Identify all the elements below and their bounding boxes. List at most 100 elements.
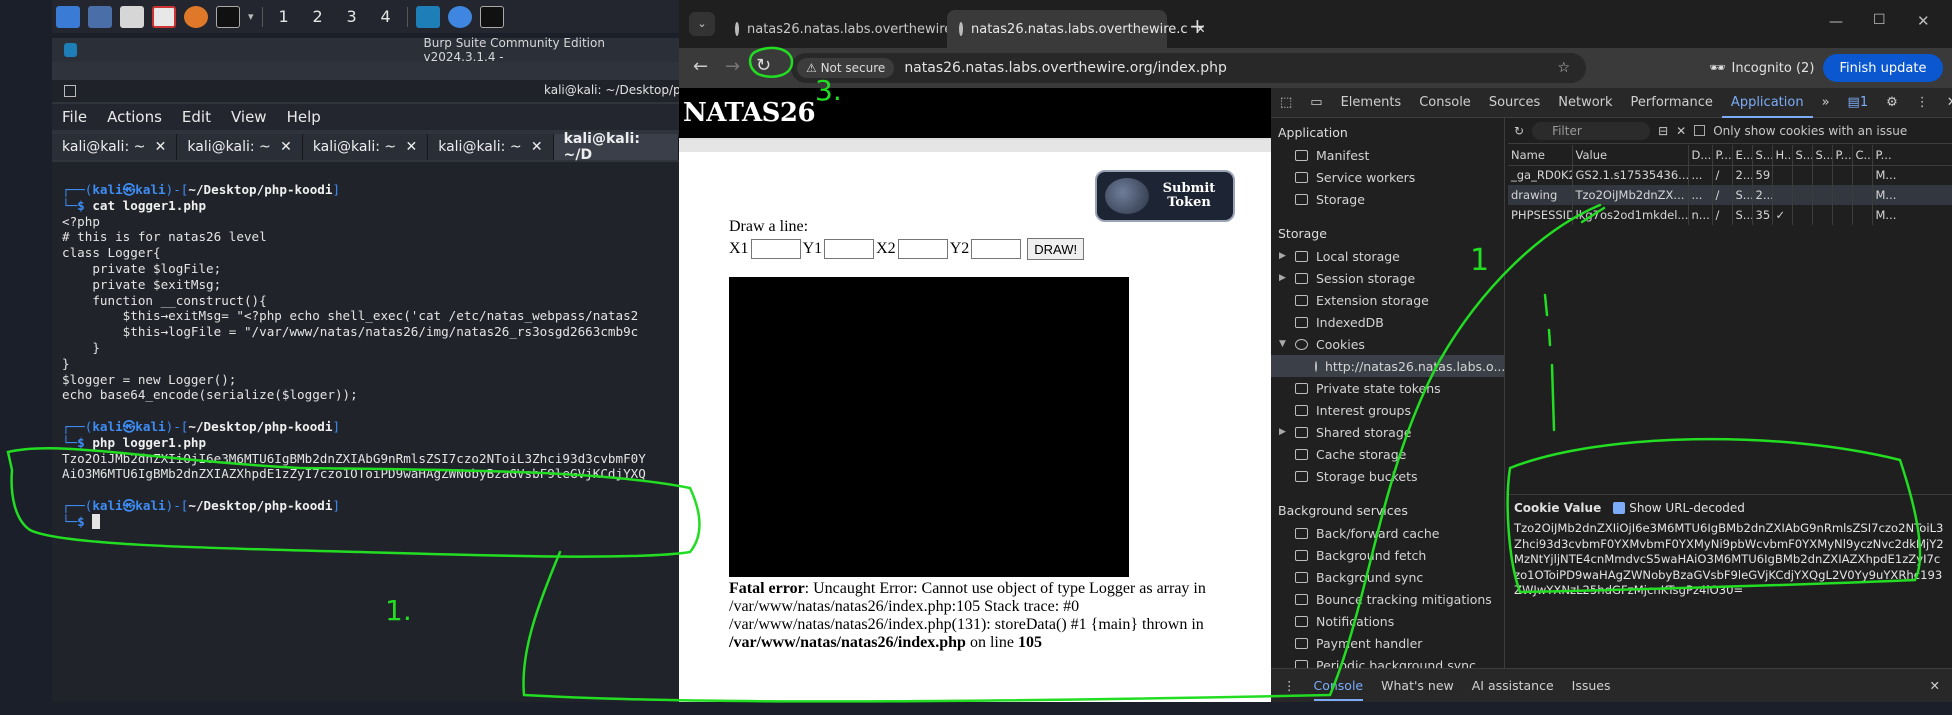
sidebar-item-shared-storage[interactable]: ▶ Shared storage	[1271, 421, 1504, 443]
table-row[interactable]: drawing Tzo2OiJMb2dnZX...... / S... 2... M...	[1508, 185, 1952, 205]
file-manager-icon[interactable]	[120, 5, 144, 28]
column-header[interactable]: Value	[1572, 145, 1689, 166]
column-header[interactable]: P...	[1872, 145, 1952, 166]
workspace-3[interactable]: 3	[339, 7, 365, 26]
sidebar-item-storage-buckets[interactable]: Storage buckets	[1271, 465, 1504, 487]
not-secure-badge[interactable]: ⚠ Not secure	[797, 58, 895, 78]
terminal-tab[interactable]: kali@kali: ~ ✕	[177, 134, 303, 160]
kebab-menu-icon[interactable]: ⋮	[1907, 95, 1938, 110]
sidebar-item-cookies[interactable]: ▼ Cookies	[1271, 333, 1504, 355]
firefox-icon[interactable]	[184, 5, 208, 28]
sidebar-item-cache-storage[interactable]: Cache storage	[1271, 443, 1504, 465]
menu-file[interactable]: File	[52, 108, 97, 126]
column-header[interactable]: P...	[1712, 145, 1733, 166]
column-header[interactable]: E...	[1732, 145, 1753, 166]
drawer-tab-ai-assistance[interactable]: AI assistance	[1472, 678, 1554, 693]
only-issue-checkbox[interactable]	[1694, 125, 1706, 136]
filter-input[interactable]: Filter	[1532, 121, 1651, 140]
issues-counter[interactable]: ▤1	[1839, 95, 1878, 110]
chevron-down-icon[interactable]: ▼	[1279, 339, 1287, 349]
menu-view[interactable]: View	[221, 108, 277, 126]
x2-input[interactable]	[897, 239, 948, 259]
close-icon[interactable]: ✕	[531, 139, 543, 155]
sidebar-item-background-fetch[interactable]: Background fetch	[1271, 544, 1504, 566]
column-header[interactable]: S...	[1812, 145, 1833, 166]
terminal-output[interactable]: ┌──(kali㉿kali)-[~/Desktop/php-koodi] └─$ …	[52, 162, 679, 702]
sidebar-item-indexeddb[interactable]: IndexedDB	[1271, 311, 1504, 333]
minimize-icon[interactable]: —	[1829, 14, 1843, 30]
back-icon[interactable]: ←	[693, 56, 708, 77]
tab-performance[interactable]: Performance	[1622, 95, 1722, 110]
terminal-tab[interactable]: kali@kali: ~ ✕	[428, 134, 554, 160]
sidebar-item-bfcache[interactable]: Back/forward cache	[1271, 522, 1504, 544]
tab-elements[interactable]: Elements	[1332, 95, 1411, 110]
sidebar-item-storage[interactable]: Storage	[1271, 188, 1504, 210]
drawer-tab-issues[interactable]: Issues	[1572, 678, 1611, 693]
url-text[interactable]: natas26.natas.labs.overthewire.org/index…	[904, 60, 1227, 76]
chrome-app-icon[interactable]	[447, 5, 472, 28]
terminal-icon[interactable]	[216, 5, 240, 28]
sidebar-item-private-state-tokens[interactable]: Private state tokens	[1271, 377, 1504, 399]
show-desktop-icon[interactable]	[88, 5, 112, 28]
delete-selected-icon[interactable]: ✕	[1676, 124, 1686, 138]
sidebar-item-bounce-tracking[interactable]: Bounce tracking mitigations	[1271, 588, 1504, 610]
sidebar-item-cookie-origin[interactable]: http://natas26.natas.labs.o...	[1271, 355, 1504, 377]
column-header[interactable]: P...	[1832, 145, 1853, 166]
tab-search-icon[interactable]: ⌄	[689, 12, 715, 36]
show-url-decoded-toggle[interactable]: Show URL-decoded	[1613, 501, 1745, 515]
sidebar-item-extension-storage[interactable]: Extension storage	[1271, 289, 1504, 311]
terminal-tab-active[interactable]: kali@kali: ~/D	[553, 131, 680, 163]
reload-icon[interactable]: ↻	[756, 55, 771, 76]
sidebar-item-notifications[interactable]: Notifications	[1271, 610, 1504, 632]
table-row[interactable]: _ga_RD0K2...GS2.1.s17535436....../2...59…	[1508, 165, 1952, 185]
new-tab-icon[interactable]: +	[1189, 14, 1206, 38]
workspace-4[interactable]: 4	[373, 7, 399, 26]
terminal-app-icon[interactable]	[479, 5, 504, 28]
close-drawer-icon[interactable]: ✕	[1930, 678, 1940, 693]
sidebar-item-payment-handler[interactable]: Payment handler	[1271, 632, 1504, 654]
more-tabs-icon[interactable]: »	[1813, 95, 1839, 110]
sidebar-item-session-storage[interactable]: ▶ Session storage	[1271, 267, 1504, 289]
tab-network[interactable]: Network	[1549, 95, 1621, 110]
sidebar-item-interest-groups[interactable]: Interest groups	[1271, 399, 1504, 421]
table-row[interactable]: PHPSESSID lkg7os2od1mkdel... n... / S... 35 ✓ M…	[1508, 205, 1952, 225]
sidebar-item-background-sync[interactable]: Background sync	[1271, 566, 1504, 588]
close-window-icon[interactable]: ✕	[1917, 12, 1930, 30]
tab-application[interactable]: Application	[1721, 88, 1813, 118]
menu-edit[interactable]: Edit	[172, 108, 221, 126]
close-icon[interactable]: ✕	[155, 139, 167, 155]
terminal-tab[interactable]: kali@kali: ~ ✕	[52, 134, 178, 160]
menu-actions[interactable]: Actions	[97, 108, 172, 126]
finish-update-button[interactable]: Finish update	[1823, 54, 1943, 82]
sidebar-item-manifest[interactable]: Manifest	[1271, 144, 1504, 166]
column-header[interactable]: D...	[1688, 145, 1713, 166]
y1-input[interactable]	[824, 239, 875, 259]
column-header[interactable]: H...	[1772, 145, 1793, 166]
maximize-icon[interactable]: ☐	[1873, 12, 1886, 28]
chevron-right-icon[interactable]: ▶	[1279, 273, 1287, 283]
clear-filtered-icon[interactable]: ⊟	[1658, 124, 1668, 138]
chevron-right-icon[interactable]: ▶	[1279, 427, 1287, 437]
browser-tab[interactable]: natas26.natas.labs.overthewire.c ✕	[723, 10, 982, 48]
tab-sources[interactable]: Sources	[1480, 95, 1549, 110]
sidebar-item-service-workers[interactable]: Service workers	[1271, 166, 1504, 188]
sidebar-item-periodic-sync[interactable]: Periodic background sync	[1271, 654, 1504, 668]
checkbox-checked-icon[interactable]	[1613, 502, 1626, 514]
column-header[interactable]: C...	[1852, 145, 1873, 166]
drawer-tab-console[interactable]: Console	[1313, 678, 1364, 701]
inspect-icon[interactable]: ⬚	[1271, 95, 1301, 110]
cookie-value-text[interactable]: Tzo2OiJMb2dnZXIiOjI6e3M6MTU6IgBMb2dnZXIA…	[1514, 521, 1946, 599]
device-toggle-icon[interactable]: ▭	[1301, 95, 1331, 110]
gear-icon[interactable]: ⚙	[1877, 95, 1907, 110]
close-devtools-icon[interactable]: ✕	[1938, 95, 1952, 110]
submit-token-button[interactable]: Submit Token	[1095, 170, 1235, 222]
chevron-down-icon[interactable]: ▾	[248, 10, 254, 23]
y2-input[interactable]	[971, 239, 1022, 259]
kali-menu-icon[interactable]	[56, 5, 80, 28]
bookmark-star-icon[interactable]: ☆	[1557, 60, 1570, 76]
workspace-1[interactable]: 1	[271, 7, 297, 26]
close-icon[interactable]: ✕	[405, 139, 417, 155]
text-editor-icon[interactable]	[152, 5, 176, 28]
draw-button[interactable]: DRAW!	[1027, 238, 1085, 260]
url-bar[interactable]: ⚠ Not secure natas26.natas.labs.overthew…	[791, 53, 1586, 83]
